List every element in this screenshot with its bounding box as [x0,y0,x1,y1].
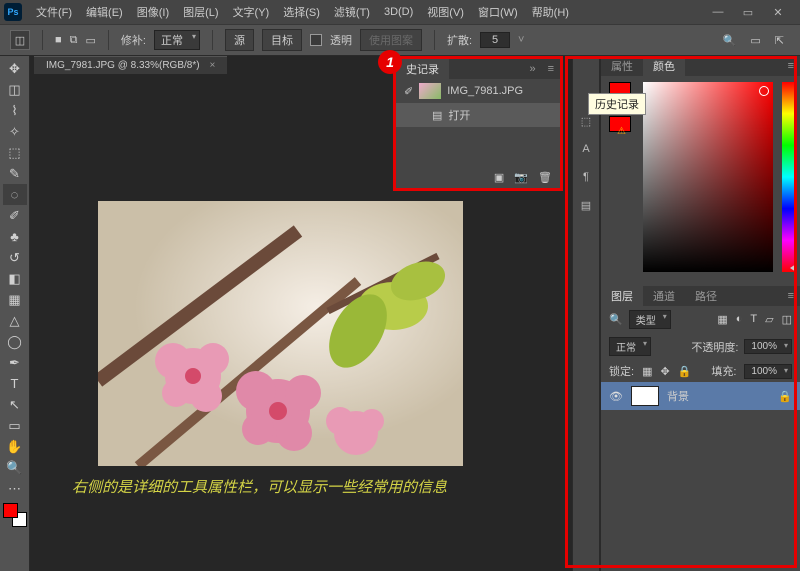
delete-icon[interactable]: 🗑 [538,171,552,184]
lasso-tool[interactable]: ⌇ [3,100,27,121]
menu-file[interactable]: 文件(F) [30,2,78,22]
hand-tool[interactable]: ✋ [3,436,27,457]
annotation-highlight-right [565,56,797,568]
copy-icon[interactable]: ⧉ [70,34,78,47]
app-logo: Ps [4,3,22,21]
share-icon[interactable]: ⇱ [775,34,784,47]
square-icon: ■ [55,34,62,46]
pen-tool[interactable]: ✒ [3,352,27,373]
source-button[interactable]: 源 [225,29,254,51]
crop-tool[interactable]: ⬚ [3,142,27,163]
history-state-open[interactable]: ▤ 打开 [396,103,560,127]
gradient-tool[interactable]: ▦ [3,289,27,310]
brush-tool[interactable]: ✐ [3,205,27,226]
eyedropper-tool[interactable]: ✎ [3,163,27,184]
color-swatches[interactable] [3,503,27,527]
eraser-tool[interactable]: ◧ [3,268,27,289]
menu-window[interactable]: 窗口(W) [472,2,524,22]
new-snapshot-icon[interactable]: 📷 [514,171,528,184]
workspace-icon[interactable]: ▭ [750,34,760,47]
more-tools[interactable]: ⋯ [3,478,27,499]
repair-mode-select[interactable]: 正常 [154,30,200,50]
annotation-marker-1: 1 [378,50,402,74]
type-tool[interactable]: T [3,373,27,394]
minimize-button[interactable]: — [708,4,728,20]
toolbar: ✥ ◫ ⌇ ✧ ⬚ ✎ ◌ ✐ ♣ ↺ ◧ ▦ △ ◯ ✒ T ↖ ▭ ✋ 🔍 … [0,56,30,571]
menu-help[interactable]: 帮助(H) [526,2,575,22]
annotation-caption: 右侧的是详细的工具属性栏，可以显示一些经常用的信息 [72,476,447,497]
menu-view[interactable]: 视图(V) [421,2,470,22]
dodge-tool[interactable]: ◯ [3,331,27,352]
history-collapse-icon[interactable]: » [523,63,541,75]
history-brush-tool[interactable]: ↺ [3,247,27,268]
history-menu-icon[interactable]: ≡ [542,63,560,75]
menu-layer[interactable]: 图层(L) [177,2,224,22]
close-button[interactable]: ✕ [768,4,788,20]
wand-tool[interactable]: ✧ [3,121,27,142]
history-state-label: 打开 [448,107,470,123]
history-tooltip: 历史记录 [588,93,646,115]
paste-icon[interactable]: ▭ [86,34,96,47]
patch-tool[interactable]: ◌ [3,184,27,205]
document-icon: ▤ [432,109,442,122]
menu-edit[interactable]: 编辑(E) [80,2,129,22]
menu-filter[interactable]: 滤镜(T) [328,2,376,22]
snapshot-thumbnail [419,83,441,99]
menu-select[interactable]: 选择(S) [277,2,326,22]
blur-tool[interactable]: △ [3,310,27,331]
menu-image[interactable]: 图像(I) [131,2,175,22]
zoom-tool[interactable]: 🔍 [3,457,27,478]
transparent-label: 透明 [330,32,352,48]
diffuse-input[interactable]: 5 [480,32,510,48]
maximize-button[interactable]: ▭ [738,4,758,20]
brush-icon: ✐ [404,85,413,98]
tab-history[interactable]: 史记录 [396,59,449,79]
menu-3d[interactable]: 3D(D) [378,4,419,20]
canvas-image [98,201,463,466]
shape-tool[interactable]: ▭ [3,415,27,436]
history-panel: 史记录 » ≡ ✐ IMG_7981.JPG ▤ 打开 ▣ 📷 🗑 [393,56,563,191]
new-document-icon[interactable]: ▣ [494,171,504,184]
transparent-checkbox[interactable] [310,34,322,46]
diffuse-stepper[interactable]: ˅ [518,34,524,46]
document-tab[interactable]: IMG_7981.JPG @ 8.33%(RGB/8*) [34,56,227,74]
menu-type[interactable]: 文字(Y) [227,2,276,22]
use-pattern-button: 使用图案 [360,29,422,51]
snapshot-name: IMG_7981.JPG [447,85,523,97]
history-snapshot[interactable]: ✐ IMG_7981.JPG [396,79,560,103]
marquee-tool[interactable]: ◫ [3,79,27,100]
stamp-tool[interactable]: ♣ [3,226,27,247]
diffuse-label: 扩散: [447,32,472,48]
search-icon[interactable]: 🔍 [723,34,737,47]
tool-preset-icon[interactable]: ◫ [10,30,30,50]
path-tool[interactable]: ↖ [3,394,27,415]
move-tool[interactable]: ✥ [3,58,27,79]
repair-label: 修补: [121,32,146,48]
options-bar: ◫ ■ ⧉ ▭ 修补: 正常 源 目标 透明 使用图案 扩散: 5 ˅ 🔍 ▭ … [0,24,800,56]
target-button[interactable]: 目标 [262,29,302,51]
menu-bar: Ps 文件(F) 编辑(E) 图像(I) 图层(L) 文字(Y) 选择(S) 滤… [0,0,800,24]
